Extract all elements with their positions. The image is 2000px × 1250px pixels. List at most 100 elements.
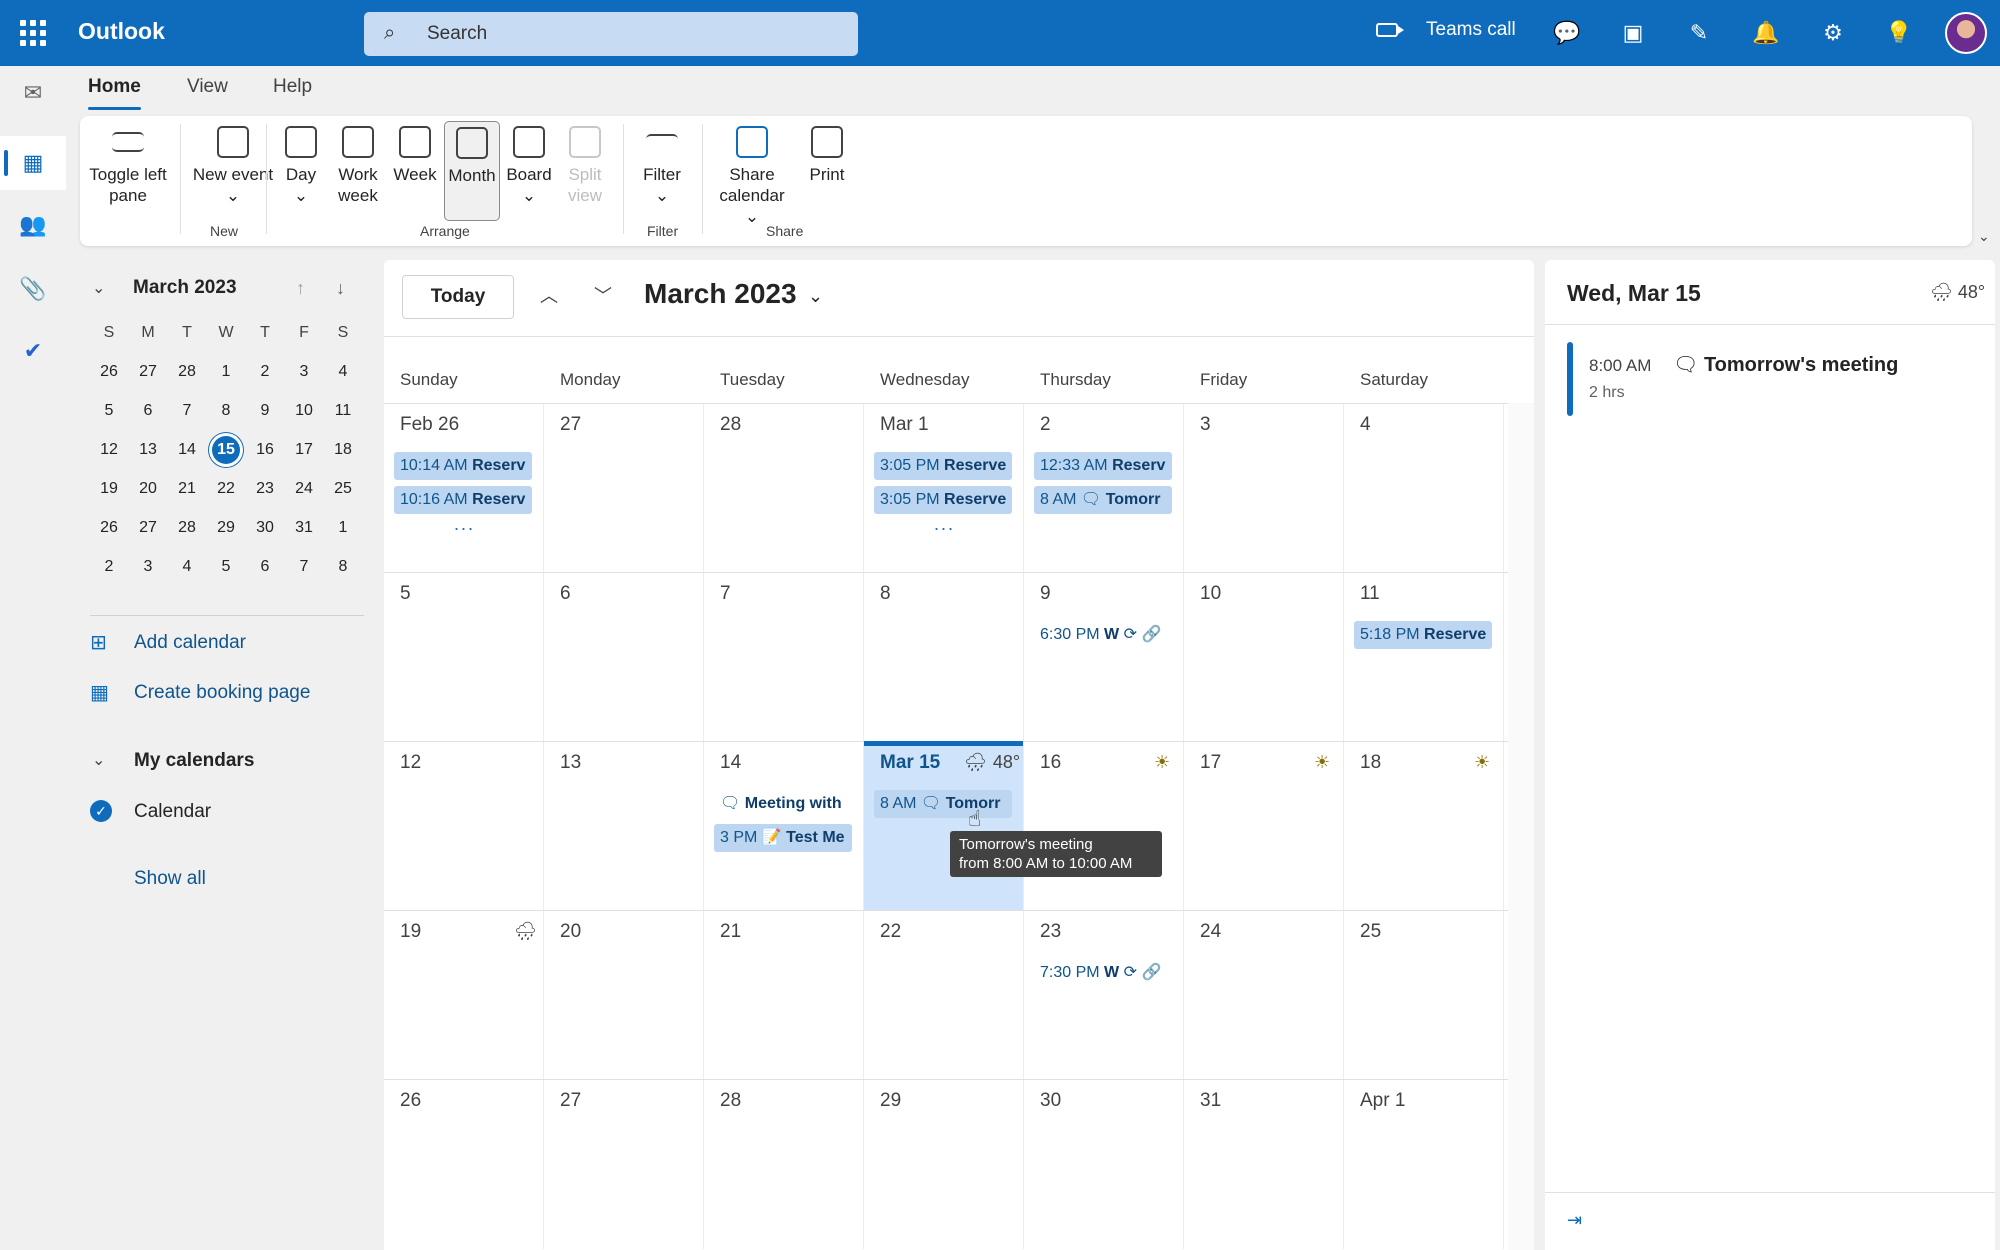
mini-calendar-day[interactable]: 10 <box>287 396 321 426</box>
day-cell[interactable]: 7 <box>704 573 864 742</box>
mini-calendar-day[interactable]: 3 <box>131 552 165 582</box>
mini-calendar-day[interactable]: 4 <box>170 552 204 582</box>
office-app-icon[interactable]: ▣ <box>1618 18 1648 48</box>
mini-calendar-day[interactable]: 5 <box>209 552 243 582</box>
month-title[interactable]: March 2023 <box>644 278 797 310</box>
gear-icon[interactable]: ⚙ <box>1818 18 1848 48</box>
day-cell[interactable]: 29 <box>864 1080 1024 1249</box>
tab-view[interactable]: View <box>187 76 228 98</box>
mini-calendar-day[interactable]: 23 <box>248 474 282 504</box>
day-cell[interactable]: 13 <box>544 742 704 911</box>
mini-calendar-day[interactable]: 6 <box>248 552 282 582</box>
mini-calendar-day[interactable]: 24 <box>287 474 321 504</box>
calendar-event[interactable]: 7:30 PM W ⟳ 🔗 <box>1034 959 1172 987</box>
calendar-event[interactable]: 3:05 PM Reserve <box>874 486 1012 514</box>
day-view-button[interactable]: Day ⌄ <box>276 126 326 206</box>
share-calendar-button[interactable]: Share calendar ⌄ <box>710 126 794 227</box>
day-cell[interactable]: 24 <box>1184 911 1344 1080</box>
chevron-down-icon[interactable]: ⌄ <box>808 286 823 307</box>
mini-calendar-day[interactable]: 18 <box>326 435 360 465</box>
day-cell[interactable]: 27 <box>544 1080 704 1249</box>
mini-calendar-day[interactable]: 4 <box>326 357 360 387</box>
todo-check-icon[interactable]: ✔ <box>0 324 66 378</box>
mini-calendar-day[interactable]: 2 <box>92 552 126 582</box>
day-cell[interactable]: Mar 1 3:05 PM Reserve 3:05 PM Reserve... <box>864 404 1024 573</box>
day-cell[interactable]: 18 ☀ <box>1344 742 1504 911</box>
filter-button[interactable]: Filter ⌄ <box>632 126 692 206</box>
mini-calendar-day[interactable]: 14 <box>170 435 204 465</box>
mini-calendar-day[interactable]: 27 <box>131 357 165 387</box>
mini-calendar-title[interactable]: March 2023 <box>133 277 237 299</box>
mini-calendar-day[interactable]: 19 <box>92 474 126 504</box>
day-cell[interactable]: 23 7:30 PM W ⟳ 🔗 <box>1024 911 1184 1080</box>
mini-calendar-day[interactable]: 5 <box>92 396 126 426</box>
chevron-down-icon[interactable]: ⌄ <box>92 750 105 770</box>
mini-calendar-day[interactable]: 7 <box>170 396 204 426</box>
add-calendar-link[interactable]: Add calendar <box>134 632 246 654</box>
calendar-event[interactable]: 6:30 PM W ⟳ 🔗 <box>1034 621 1172 649</box>
day-cell[interactable]: 4 <box>1344 404 1504 573</box>
people-icon[interactable]: 👥 <box>0 198 66 252</box>
show-all-link[interactable]: Show all <box>134 868 206 890</box>
day-cell[interactable]: 12 <box>384 742 544 911</box>
mini-calendar-day[interactable]: 25 <box>326 474 360 504</box>
calendar-event[interactable]: 3 PM 📝 Test Me <box>714 824 852 852</box>
day-cell[interactable]: 5 <box>384 573 544 742</box>
calendar-event[interactable]: 10:14 AM Reserv <box>394 452 532 480</box>
arrow-down-icon[interactable]: ↓ <box>336 278 345 299</box>
mini-calendar-day[interactable]: 3 <box>287 357 321 387</box>
search-box[interactable]: ⌕ Search <box>364 12 858 56</box>
app-launcher-icon[interactable] <box>20 20 46 46</box>
day-cell[interactable]: 30 <box>1024 1080 1184 1249</box>
week-view-button[interactable]: Week <box>390 126 440 185</box>
mini-calendar-day[interactable]: 12 <box>92 435 126 465</box>
mini-calendar-day[interactable]: 29 <box>209 513 243 543</box>
calendar-item[interactable]: Calendar <box>134 801 211 823</box>
day-cell[interactable]: 21 <box>704 911 864 1080</box>
calendar-event[interactable]: 3:05 PM Reserve <box>874 452 1012 480</box>
day-cell[interactable]: 19 🌧 <box>384 911 544 1080</box>
mini-calendar-day[interactable]: 9 <box>248 396 282 426</box>
day-cell[interactable]: 27 <box>544 404 704 573</box>
toggle-left-pane-button[interactable]: Toggle left pane <box>84 126 172 206</box>
arrow-up-icon[interactable]: ↑ <box>296 278 305 299</box>
mini-calendar-day[interactable]: 20 <box>131 474 165 504</box>
day-cell[interactable]: 17 ☀ <box>1184 742 1344 911</box>
more-events-indicator[interactable]: ... <box>454 514 475 535</box>
day-cell[interactable]: 28 <box>704 1080 864 1249</box>
mini-calendar-day[interactable]: 1 <box>326 513 360 543</box>
calendar-event[interactable]: 10:16 AM Reserv <box>394 486 532 514</box>
new-event-button[interactable]: New event ⌄ <box>188 126 278 206</box>
bell-icon[interactable]: 🔔 <box>1751 18 1781 48</box>
day-cell[interactable]: 6 <box>544 573 704 742</box>
mini-calendar-day[interactable]: 2 <box>248 357 282 387</box>
calendar-event[interactable]: 5:18 PM Reserve <box>1354 621 1492 649</box>
my-calendars-header[interactable]: My calendars <box>134 750 254 772</box>
next-month-icon[interactable]: ﹀ <box>594 282 612 308</box>
agenda-event[interactable]: 8:00 AM 2 hrs 🗨 Tomorrow's meeting <box>1567 342 1967 416</box>
today-button[interactable]: Today <box>402 275 514 319</box>
ribbon-expand-icon[interactable]: ⌄ <box>1978 228 1990 245</box>
mini-calendar-day[interactable]: 13 <box>131 435 165 465</box>
day-cell[interactable]: 2 12:33 AM Reserv 8 AM 🗨 Tomorr <box>1024 404 1184 573</box>
mini-calendar-day[interactable]: 30 <box>248 513 282 543</box>
month-view-button[interactable]: Month <box>444 121 500 221</box>
tab-help[interactable]: Help <box>273 76 312 98</box>
scrollbar[interactable] <box>1508 403 1534 1250</box>
previous-month-icon[interactable]: ︿ <box>540 282 558 308</box>
mini-calendar-today[interactable]: 15 <box>212 436 240 464</box>
calendar-event[interactable]: 8 AM 🗨 Tomorr <box>874 790 1012 818</box>
mini-calendar-day[interactable]: 21 <box>170 474 204 504</box>
collapse-chevron-icon[interactable]: ⌄ <box>92 278 105 298</box>
day-cell[interactable]: 14 🗨 Meeting with 3 PM 📝 Test Me <box>704 742 864 911</box>
search-input[interactable]: Search <box>427 23 487 45</box>
calendar-event[interactable]: 12:33 AM Reserv <box>1034 452 1172 480</box>
mini-calendar-day[interactable]: 31 <box>287 513 321 543</box>
my-day-icon[interactable]: ✎ <box>1684 18 1714 48</box>
teams-call-button[interactable]: Teams call <box>1376 19 1516 41</box>
mini-calendar-day[interactable]: 28 <box>170 513 204 543</box>
calendar-event[interactable]: 🗨 Meeting with <box>714 790 852 818</box>
print-button[interactable]: Print <box>802 126 852 185</box>
day-cell[interactable]: 10 <box>1184 573 1344 742</box>
more-events-indicator[interactable]: ... <box>934 514 955 535</box>
